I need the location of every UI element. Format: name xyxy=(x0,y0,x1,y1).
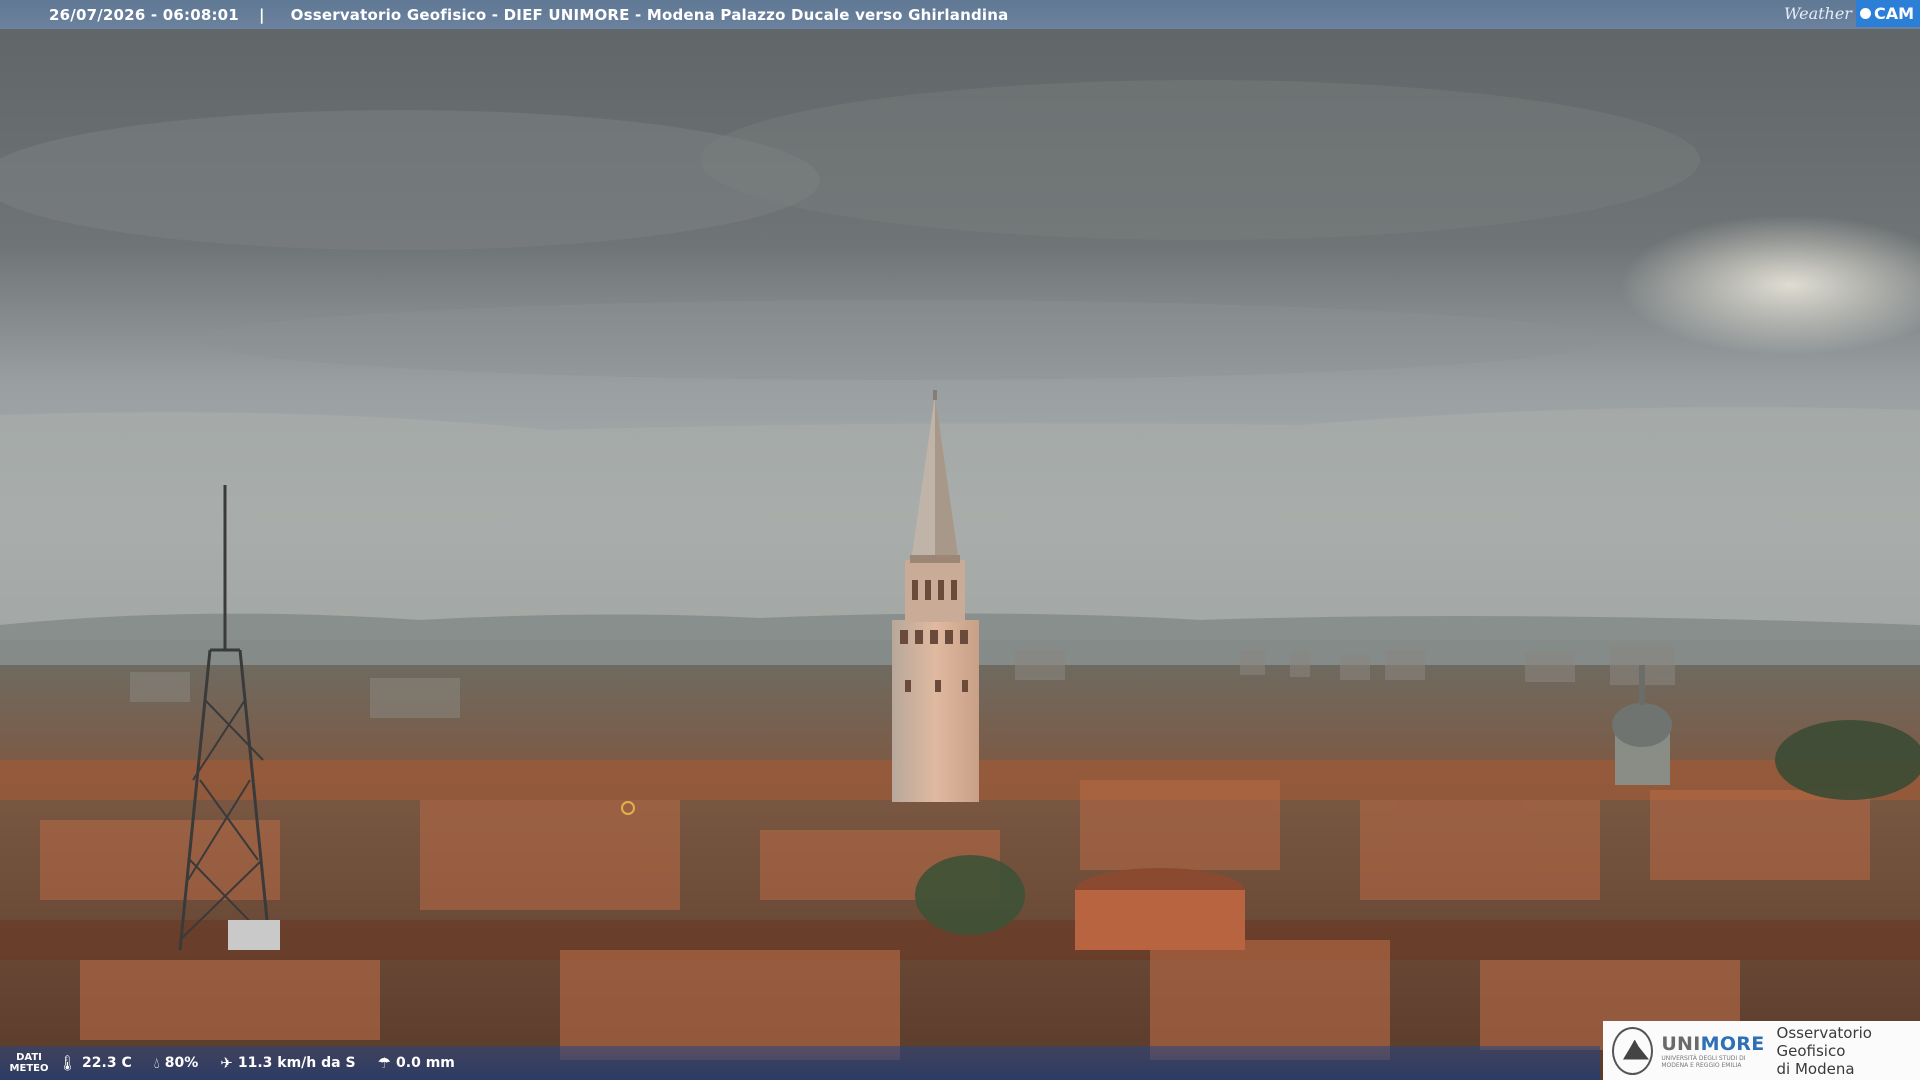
wind-readout: ✈︎ 11.3 km/h da S xyxy=(220,1054,355,1072)
temperature-readout: 🌡︎ 22.3 C xyxy=(58,1054,132,1072)
rain-icon: ☂︎ xyxy=(377,1054,392,1072)
weather-data-bar: DATI METEO 🌡︎ 22.3 C 💧︎ 80% ✈︎ 11.3 km/h… xyxy=(0,1046,1600,1080)
dati-label: DATI xyxy=(16,1052,42,1063)
humidity-readout: 💧︎ 80% xyxy=(154,1054,199,1072)
dati-meteo-label: DATI METEO xyxy=(0,1052,58,1074)
logo-subtitle-2: MODENA E REGGIO EMILIA xyxy=(1661,1061,1742,1069)
thermometer-icon: 🌡︎ xyxy=(58,1054,78,1072)
webcam-scene xyxy=(0,0,1920,1080)
wind-icon: ✈︎ xyxy=(220,1054,233,1072)
university-seal-icon xyxy=(1612,1026,1654,1075)
rain-readout: ☂︎ 0.0 mm xyxy=(378,1054,455,1072)
header-bar: 26/07/2026 - 06:08:01 | Osservatorio Geo… xyxy=(0,0,1920,29)
timestamp: 26/07/2026 - 06:08:01 xyxy=(49,5,239,24)
humidity-value: 80% xyxy=(164,1055,199,1071)
humidity-drop-icon: 💧︎ xyxy=(153,1054,160,1072)
unimore-logo-panel: UNIMORE UNIVERSITÀ DEGLI STUDI DI MODENA… xyxy=(1603,1021,1920,1080)
temperature-value: 22.3 C xyxy=(82,1055,132,1071)
logo-more: MORE xyxy=(1700,1032,1765,1055)
unimore-wordmark: UNIMORE UNIVERSITÀ DEGLI STUDI DI MODENA… xyxy=(1661,1033,1764,1069)
wind-value: 11.3 km/h da S xyxy=(237,1055,356,1071)
camera-title: Osservatorio Geofisico - DIEF UNIMORE - … xyxy=(290,5,1009,24)
observatory-line-2: di Modena xyxy=(1776,1059,1855,1078)
weathercam-logo: Weather CAM xyxy=(1784,0,1920,27)
observatory-line-1: Osservatorio Geofisico xyxy=(1776,1023,1872,1060)
logo-subtitle-1: UNIVERSITÀ DEGLI STUDI DI xyxy=(1661,1054,1746,1062)
mast-equipment xyxy=(228,920,280,950)
brand-cam: CAM xyxy=(1855,0,1920,27)
meteo-label: METEO xyxy=(9,1063,49,1074)
brand-weather: Weather xyxy=(1783,4,1852,23)
header-separator: | xyxy=(258,5,265,24)
observatory-name: Osservatorio Geofisico di Modena xyxy=(1777,1024,1920,1078)
brand-dot-icon xyxy=(1859,8,1871,19)
logo-uni: UNI xyxy=(1661,1032,1701,1055)
rain-value: 0.0 mm xyxy=(396,1055,455,1071)
brand-cam-text: CAM xyxy=(1873,4,1914,23)
